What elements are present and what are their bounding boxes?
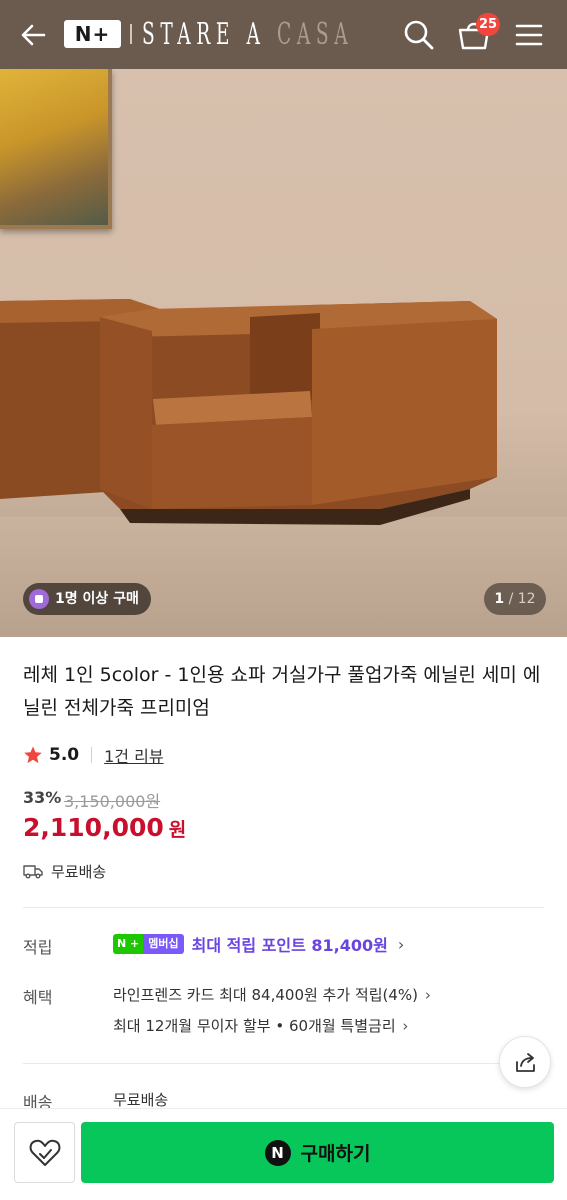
shipping-row: 무료배송 [23, 859, 106, 883]
delivery-value: 무료배송 [113, 1091, 169, 1109]
image-page-indicator: 1 / 12 [484, 583, 546, 615]
truck-icon [23, 865, 43, 879]
chevron-right-icon: › [402, 1017, 409, 1035]
membership-points-link[interactable]: N + 멤버십 최대 적립 포인트 81,400원 › [113, 933, 404, 955]
product-title: 레체 1인 5color - 1인용 쇼파 거실가구 풀업가죽 에닐린 세미 에… [23, 664, 541, 719]
share-icon [516, 1053, 535, 1072]
section-divider [23, 1063, 544, 1064]
chevron-right-icon: › [424, 986, 431, 1004]
max-points-text: 최대 적립 포인트 81,400원 [191, 936, 388, 955]
store-brand-logo[interactable]: STARE A CASA [142, 17, 353, 53]
purchase-count-text: 1명 이상 구매 [55, 591, 139, 607]
wishlist-button[interactable] [14, 1122, 75, 1183]
review-count-link[interactable]: 1건 리뷰 [104, 743, 163, 767]
menu-icon[interactable] [514, 20, 544, 50]
installment-benefit-text: 최대 12개월 무이자 할부 • 60개월 특별금리 [113, 1017, 396, 1035]
top-header: N+ STARE A CASA 25 [0, 0, 567, 69]
star-icon [24, 746, 42, 764]
buy-button-label: 구매하기 [300, 1143, 371, 1165]
sale-price-amount: 2,110,000 [23, 813, 164, 842]
original-price: 3,150,000원 [64, 792, 161, 811]
product-image[interactable]: 1명 이상 구매 1 / 12 [0, 69, 567, 637]
purchase-count-badge: 1명 이상 구매 [23, 583, 151, 615]
shopping-bag-icon [29, 589, 49, 609]
naver-pay-icon: N [264, 1139, 291, 1166]
discount-rate: 33% [23, 788, 62, 807]
heart-icon [29, 1139, 61, 1166]
naver-plus-logo[interactable]: N+ [64, 20, 121, 48]
sale-price: 2,110,000 원 [23, 813, 186, 842]
rating-row: 5.0 1건 리뷰 [23, 742, 164, 768]
brand-main-text: STARE A [142, 17, 278, 52]
naver-membership-badge: N + 멤버십 [113, 934, 184, 954]
rating-value: 5.0 [49, 745, 80, 765]
installment-benefit-link[interactable]: 최대 12개월 무이자 할부 • 60개월 특별금리 › [113, 1015, 408, 1036]
share-button[interactable] [499, 1036, 551, 1088]
back-arrow-icon[interactable] [18, 20, 48, 50]
logo-separator [130, 24, 132, 44]
cart-count-badge: 25 [476, 13, 501, 36]
buy-button[interactable]: N 구매하기 [81, 1122, 554, 1183]
points-label: 적립 [23, 938, 53, 957]
page-total: / 12 [508, 591, 536, 607]
shipping-text: 무료배송 [51, 862, 107, 881]
sale-price-unit: 원 [168, 819, 187, 841]
search-icon[interactable] [402, 18, 436, 52]
section-divider [23, 907, 544, 908]
card-benefit-link[interactable]: 라인프렌즈 카드 최대 84,400원 추가 적립(4%) › [113, 984, 431, 1005]
brand-dim-text: CASA [277, 17, 354, 52]
rating-separator [91, 747, 93, 763]
bottom-action-bar: N 구매하기 [0, 1108, 567, 1200]
chevron-right-icon: › [397, 934, 405, 954]
membership-mark: 멤버십 [143, 934, 184, 954]
page-current: 1 [494, 591, 505, 607]
sofa-illustration [0, 299, 497, 525]
naver-plus-mark: N + [113, 934, 144, 954]
card-benefit-text: 라인프렌즈 카드 최대 84,400원 추가 적립(4%) [113, 986, 419, 1004]
benefit-label: 혜택 [23, 988, 53, 1007]
